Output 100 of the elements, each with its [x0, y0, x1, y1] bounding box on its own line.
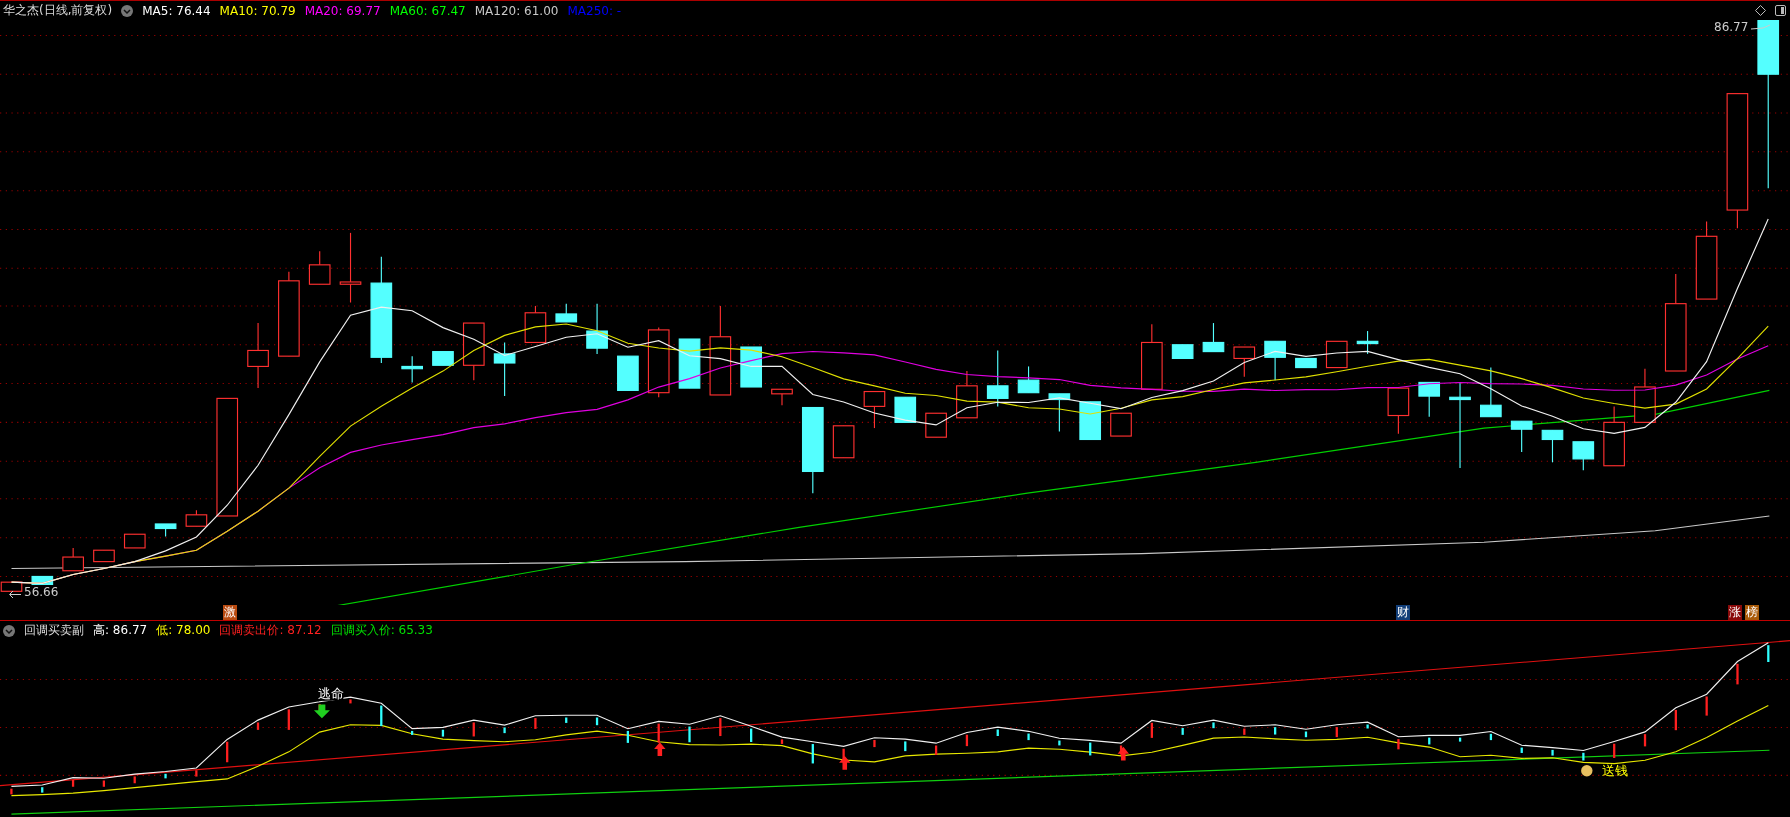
rise-bar	[226, 741, 229, 763]
candlestick	[740, 346, 763, 388]
candlestick	[123, 533, 146, 549]
candlestick	[1233, 346, 1256, 378]
rise-bar	[965, 734, 969, 747]
candlestick	[1480, 367, 1502, 418]
rise-bar	[1736, 663, 1739, 685]
candlestick	[1048, 393, 1071, 433]
up-arrow-icon	[1117, 746, 1129, 761]
candlestick	[678, 338, 701, 389]
candlestick	[1387, 387, 1410, 435]
candlestick	[1202, 322, 1225, 353]
rise-bar	[1705, 696, 1708, 716]
candlestick	[1541, 429, 1564, 463]
fall-bar	[1027, 733, 1030, 741]
event-marker[interactable]: 涨	[1728, 605, 1742, 620]
rise-bar	[1335, 727, 1338, 738]
indicator-value: MA250: -	[567, 3, 622, 18]
indicator-value: MA5: 76.44	[142, 3, 211, 18]
fall-bar	[1767, 645, 1770, 662]
fall-bar	[1582, 752, 1585, 761]
up-arrow-icon	[839, 755, 851, 770]
indicator-value: MA120: 61.00	[474, 3, 559, 18]
fall-bar	[1274, 727, 1277, 735]
fall-bar	[164, 773, 167, 779]
rise-bar	[287, 709, 290, 730]
indicator-value: 高: 86.77	[93, 622, 148, 639]
candlestick	[1356, 330, 1379, 355]
candlestick	[93, 549, 115, 563]
chevron-down-icon[interactable]	[121, 4, 134, 17]
high-price-label: 86.77	[1714, 20, 1749, 34]
rise-bar	[256, 722, 260, 730]
left-arrow-icon	[8, 590, 21, 599]
fall-bar	[1058, 740, 1061, 746]
fall-bar	[1551, 749, 1554, 756]
rise-bar	[873, 739, 876, 748]
rise-bar	[71, 779, 75, 787]
candlestick	[771, 388, 793, 406]
indicator-value: MA20: 69.77	[304, 3, 381, 18]
fall-bar	[1089, 742, 1092, 756]
candlestick	[31, 575, 54, 586]
fall-bar	[750, 728, 753, 742]
candlestick	[1325, 340, 1348, 369]
rise-bar	[195, 770, 198, 777]
candlestick	[647, 327, 670, 398]
rise-bar	[534, 718, 537, 729]
fall-bar	[565, 717, 568, 723]
rise-bar	[10, 788, 13, 795]
indicator-value: 回调买入价: 65.33	[330, 622, 433, 639]
event-marker[interactable]: 激	[223, 605, 237, 620]
rise-bar	[1243, 728, 1246, 735]
candlestick	[863, 391, 886, 429]
fall-bar	[380, 705, 383, 727]
candlestick	[1572, 441, 1595, 471]
up-arrow-icon	[654, 742, 666, 756]
candlestick	[524, 305, 547, 344]
chevron-down-icon[interactable]	[3, 624, 15, 637]
candlestick	[432, 351, 454, 366]
candlestick	[1295, 357, 1317, 369]
candlestick	[62, 547, 84, 572]
low-price-label: 56.66	[24, 585, 59, 599]
indicator-value: MA10: 70.79	[219, 3, 296, 18]
candlestick	[1264, 340, 1286, 381]
chart-title: 华之杰(日线,前复权)	[3, 2, 113, 19]
rise-bar	[842, 748, 845, 761]
fall-bar	[595, 717, 599, 726]
candlestick	[1634, 368, 1656, 423]
rise-bar	[349, 699, 352, 704]
fall-bar	[626, 730, 629, 743]
candlestick	[1079, 401, 1102, 441]
fall-bar	[1428, 737, 1431, 745]
event-marker[interactable]: 榜	[1745, 605, 1759, 620]
rise-bar	[1643, 734, 1647, 747]
fall-bar	[1181, 728, 1184, 735]
candlestick	[1141, 323, 1163, 390]
fall-bar	[1366, 724, 1369, 729]
event-marker[interactable]: 财	[1396, 605, 1410, 620]
fall-bar	[996, 729, 999, 736]
candlestick	[1418, 381, 1441, 418]
fall-bar	[688, 726, 691, 743]
rise-bar	[934, 745, 938, 755]
fall-bar	[41, 787, 44, 793]
rise-bar	[780, 739, 784, 744]
down-arrow-icon	[313, 704, 330, 719]
panel-toggle-icon[interactable]	[1775, 5, 1786, 16]
rise-bar	[1613, 743, 1616, 758]
fall-bar	[1212, 722, 1215, 729]
candlestick	[462, 322, 485, 381]
candlestick	[832, 425, 855, 459]
diamond-icon[interactable]	[1755, 5, 1766, 16]
candlestick	[956, 370, 978, 419]
candlestick	[247, 322, 269, 389]
rise-bar	[102, 780, 105, 787]
rise-bar	[719, 718, 722, 737]
indicator-value: 低: 78.00	[156, 622, 211, 639]
fall-bar	[410, 730, 414, 735]
fall-bar	[811, 744, 814, 764]
candlestick	[986, 349, 1009, 407]
candlestick	[401, 355, 423, 383]
candlestick	[925, 412, 947, 438]
